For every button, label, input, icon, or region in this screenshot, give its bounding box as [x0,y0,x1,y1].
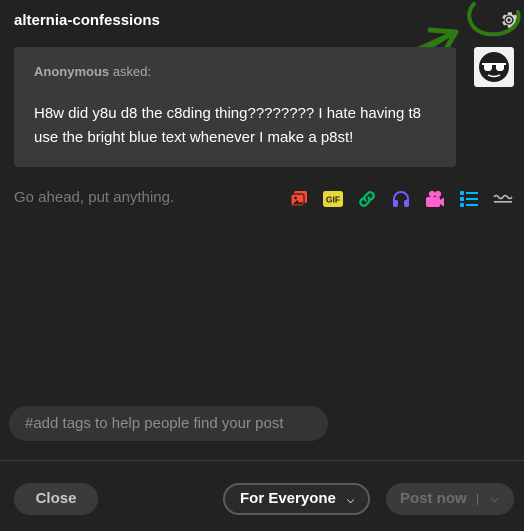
audience-button[interactable]: For Everyone ⌵ [223,483,370,515]
close-button[interactable]: Close [14,483,98,515]
gear-icon[interactable] [498,9,520,31]
post-now-button[interactable]: Post now ⌵ [386,483,514,515]
photo-icon[interactable] [287,187,311,211]
footer-divider [0,460,524,461]
audience-label: For Everyone [240,490,336,507]
anonymous-avatar [474,47,514,87]
post-now-label: Post now [400,490,467,507]
asked-label: asked: [112,64,152,79]
button-separator [477,494,478,505]
ask-question: H8w did y8u d8 the c8ding thing???????? … [34,105,421,146]
checklist-icon[interactable] [457,187,481,211]
tags-input[interactable]: #add tags to help people find your post [9,406,328,441]
asker-name[interactable]: Anonymous [34,64,109,79]
headphones-icon[interactable] [389,187,413,211]
video-camera-icon[interactable] [423,187,447,211]
chevron-down-icon[interactable]: ⌵ [491,483,498,515]
gif-icon[interactable]: GIF [321,187,345,211]
blog-name[interactable]: alternia-confessions [14,12,160,29]
link-icon[interactable] [355,187,379,211]
post-body-placeholder[interactable]: Go ahead, put anything. [14,189,174,206]
ask-meta: Anonymous asked: [34,64,151,79]
divider-icon[interactable] [491,187,515,211]
gif-label: GIF [326,195,340,205]
ask-card: Anonymous asked: H8w did y8u d8 the c8di… [14,47,456,167]
chevron-down-icon: ⌵ [347,495,354,505]
post-toolbar: GIF [287,187,515,211]
